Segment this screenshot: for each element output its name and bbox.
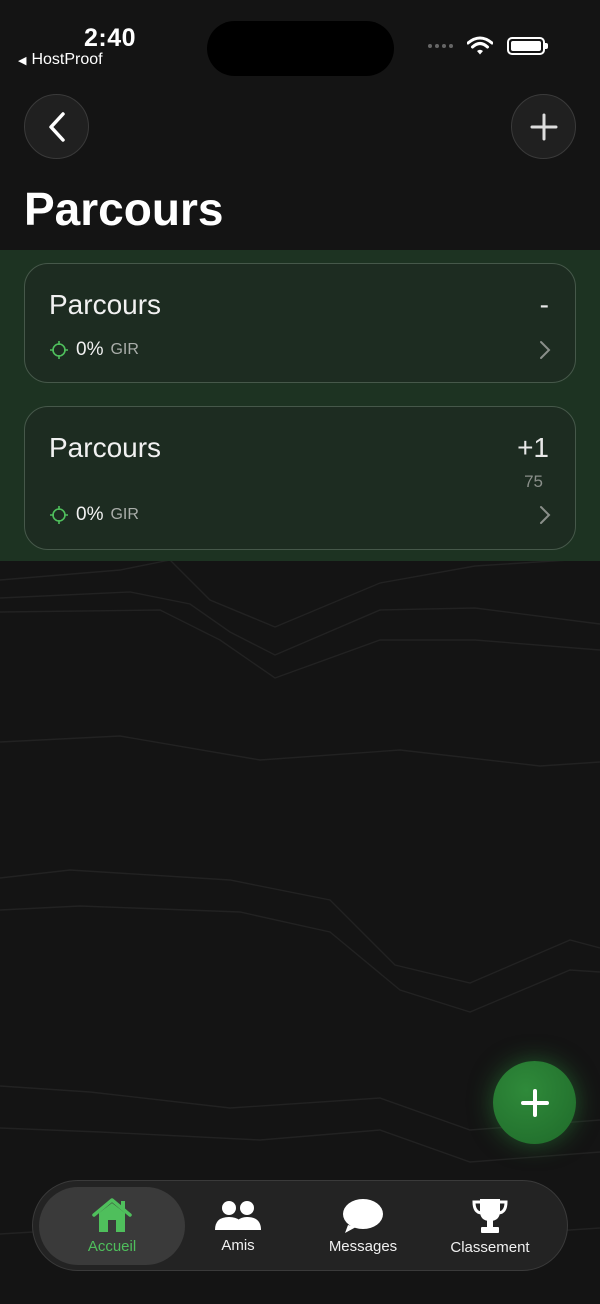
tab-messages[interactable]: Messages	[303, 1187, 423, 1265]
gir-stat: 0% GIR	[49, 504, 139, 526]
back-to-app-link[interactable]: ◀ HostProof	[18, 51, 103, 69]
target-icon	[50, 506, 68, 524]
trophy-icon	[472, 1198, 508, 1233]
chevron-right-icon	[540, 506, 551, 524]
gir-label: GIR	[110, 341, 139, 358]
target-icon	[50, 341, 68, 359]
status-bar: 2:40 ◀ HostProof	[0, 0, 600, 80]
plus-icon	[520, 1088, 549, 1117]
friends-icon	[215, 1200, 261, 1230]
back-triangle-icon: ◀	[18, 54, 27, 67]
tab-ranking[interactable]: Classement	[433, 1187, 547, 1265]
tab-label: Classement	[450, 1238, 530, 1256]
cellular-dots-icon	[428, 44, 453, 48]
course-score: +1	[517, 432, 549, 463]
status-icons	[428, 36, 548, 56]
tab-label: Amis	[221, 1236, 255, 1254]
tab-bar: Accueil Amis Messages Classement	[32, 1180, 568, 1271]
tab-friends[interactable]: Amis	[185, 1187, 291, 1265]
tab-label: Accueil	[87, 1237, 137, 1255]
course-card[interactable]: Parcours - 0% GIR	[24, 263, 576, 383]
course-name: Parcours	[49, 432, 162, 463]
tab-home[interactable]: Accueil	[39, 1187, 185, 1265]
wifi-icon	[467, 36, 493, 55]
gir-stat: 0% GIR	[49, 339, 139, 361]
back-app-label: HostProof	[31, 51, 103, 68]
floating-add-button[interactable]	[493, 1061, 576, 1144]
chevron-right-icon	[540, 341, 551, 359]
back-button[interactable]	[24, 94, 89, 159]
chevron-left-icon	[48, 111, 65, 142]
gir-percentage: 0%	[76, 504, 104, 525]
chat-bubble-icon	[343, 1198, 383, 1233]
page-title: Parcours	[24, 183, 224, 235]
status-time: 2:40	[84, 24, 137, 52]
home-icon	[92, 1197, 132, 1232]
tab-label: Messages	[328, 1237, 398, 1255]
gir-percentage: 0%	[76, 339, 104, 360]
battery-icon	[507, 37, 548, 55]
course-strokes: 75	[524, 472, 543, 491]
course-card[interactable]: Parcours +1 75 0% GIR	[24, 406, 576, 550]
course-score: -	[539, 289, 549, 320]
add-course-button[interactable]	[511, 94, 576, 159]
dynamic-island	[207, 21, 394, 76]
course-list: Parcours - 0% GIR Parcours +1 75 0% GIR	[0, 250, 600, 561]
plus-icon	[530, 113, 557, 140]
gir-label: GIR	[110, 506, 139, 523]
course-name: Parcours	[49, 289, 162, 320]
